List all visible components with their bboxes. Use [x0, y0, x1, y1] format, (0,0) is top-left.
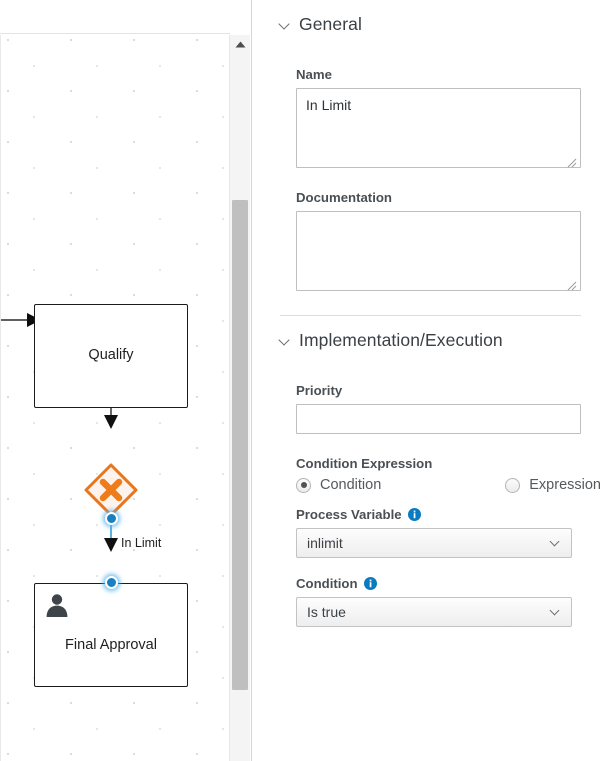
- section-title-implementation-execution: Implementation/Execution: [299, 330, 503, 351]
- sequence-flow-label[interactable]: In Limit: [121, 536, 161, 550]
- condition-select[interactable]: Is true: [296, 597, 572, 627]
- field-priority: Priority: [252, 383, 603, 434]
- node-label-final-approval: Final Approval: [65, 637, 157, 654]
- radio-expression[interactable]: Expression: [505, 477, 601, 493]
- radio-label-condition: Condition: [320, 477, 381, 493]
- flow-target-handle[interactable]: [105, 576, 118, 589]
- bpmn-editor: Qualify: [0, 0, 603, 761]
- condition-expression-radio-group: Condition Expression: [296, 477, 581, 493]
- flow-source-handle[interactable]: [105, 512, 118, 525]
- diagram-canvas[interactable]: Qualify: [0, 35, 230, 761]
- priority-input[interactable]: [296, 404, 581, 434]
- documentation-input[interactable]: [296, 211, 581, 291]
- diagram-node-exclusive-gateway[interactable]: [84, 463, 138, 517]
- diagram-node-final-approval[interactable]: Final Approval: [34, 583, 188, 687]
- radio-dot-selected-icon[interactable]: [296, 478, 311, 493]
- chevron-down-icon[interactable]: [551, 538, 561, 548]
- diagram-canvas-pane[interactable]: Qualify: [0, 0, 252, 761]
- chevron-down-icon[interactable]: [280, 19, 291, 30]
- section-header-implementation-execution[interactable]: Implementation/Execution: [252, 327, 603, 353]
- label-condition: Condition: [296, 576, 358, 591]
- section-divider: [280, 315, 581, 316]
- field-condition-expression: Condition Expression Condition Expressio…: [252, 456, 603, 493]
- field-name: Name: [252, 67, 603, 168]
- condition-selected-value: Is true: [307, 604, 551, 620]
- canvas-vertical-scrollbar[interactable]: [229, 35, 250, 761]
- user-task-icon: [44, 592, 70, 618]
- label-name: Name: [296, 67, 581, 82]
- node-label-qualify: Qualify: [88, 347, 133, 364]
- section-title-general: General: [299, 14, 362, 35]
- label-condition-expression: Condition Expression: [296, 456, 581, 471]
- name-input[interactable]: [296, 88, 581, 168]
- chevron-down-icon[interactable]: [280, 335, 291, 346]
- radio-label-expression: Expression: [529, 477, 601, 493]
- info-icon[interactable]: [408, 508, 421, 521]
- label-priority: Priority: [296, 383, 581, 398]
- radio-dot-unselected-icon[interactable]: [505, 478, 520, 493]
- chevron-down-icon[interactable]: [551, 607, 561, 617]
- section-header-general[interactable]: General: [252, 11, 603, 37]
- label-documentation: Documentation: [296, 190, 581, 205]
- radio-condition[interactable]: Condition: [296, 477, 381, 493]
- canvas-top-strip: [0, 0, 230, 34]
- label-process-variable: Process Variable: [296, 507, 402, 522]
- field-documentation: Documentation: [252, 190, 603, 291]
- info-icon[interactable]: [364, 577, 377, 590]
- process-variable-select[interactable]: inlimit: [296, 528, 572, 558]
- field-condition: Condition Is true: [252, 576, 603, 627]
- properties-panel: General Name Documentation: [252, 0, 603, 761]
- scrollbar-thumb[interactable]: [232, 200, 248, 690]
- scroll-up-arrow-icon[interactable]: [230, 35, 250, 53]
- diagram-node-qualify[interactable]: Qualify: [34, 304, 188, 408]
- field-process-variable: Process Variable inlimit: [252, 507, 603, 558]
- process-variable-selected-value: inlimit: [307, 535, 551, 551]
